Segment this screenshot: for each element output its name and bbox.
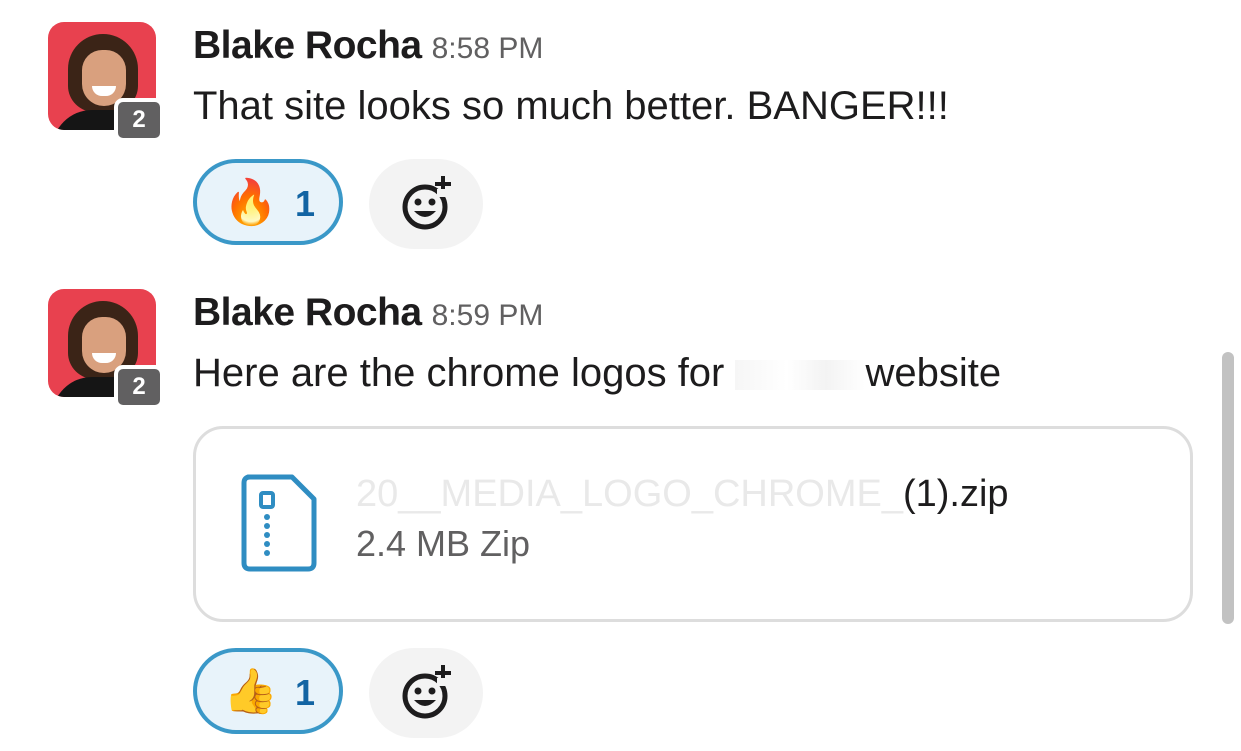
reaction-fire-button[interactable]: 🔥 1 [193,159,343,245]
add-reaction-button[interactable] [369,648,483,738]
file-name[interactable]: 20__MEDIA_LOGO_CHROME_(1).zip [356,473,1009,516]
message-text: Here are the chrome logos for website [193,351,1001,396]
author-name[interactable]: Blake Rocha [193,291,422,334]
file-attachment[interactable]: 20__MEDIA_LOGO_CHROME_(1).zip 2.4 MB Zip [193,426,1193,622]
timestamp[interactable]: 8:58 PM [432,32,544,65]
avatar-count-badge: 2 [114,365,164,409]
add-reaction-button[interactable] [369,159,483,249]
reaction-thumbs-up-button[interactable]: 👍 1 [193,648,343,734]
add-emoji-icon [402,665,451,719]
message-header: Blake Rocha 8:59 PM [193,291,543,335]
reaction-count: 1 [295,672,316,713]
message-text: That site looks so much better. BANGER!!… [193,84,949,128]
reaction-count: 1 [295,183,316,224]
redacted-text [735,360,866,391]
zip-file-icon [240,473,320,578]
file-name-visible: (1).zip [902,473,1009,515]
message-header: Blake Rocha 8:58 PM [193,24,543,68]
file-name-redacted: 20__MEDIA_LOGO_CHROME_ [356,473,903,515]
message-text-end: website [865,351,1002,395]
message-text-start: Here are the chrome logos for [193,351,736,395]
scrollbar-thumb[interactable] [1222,352,1234,624]
fire-icon: 🔥 [223,178,278,227]
avatar-count-badge: 2 [114,98,164,142]
file-meta: 2.4 MB Zip [356,523,531,564]
timestamp[interactable]: 8:59 PM [432,299,544,332]
add-emoji-icon [402,176,451,230]
author-name[interactable]: Blake Rocha [193,24,422,67]
thumbs-up-icon: 👍 [223,667,278,716]
